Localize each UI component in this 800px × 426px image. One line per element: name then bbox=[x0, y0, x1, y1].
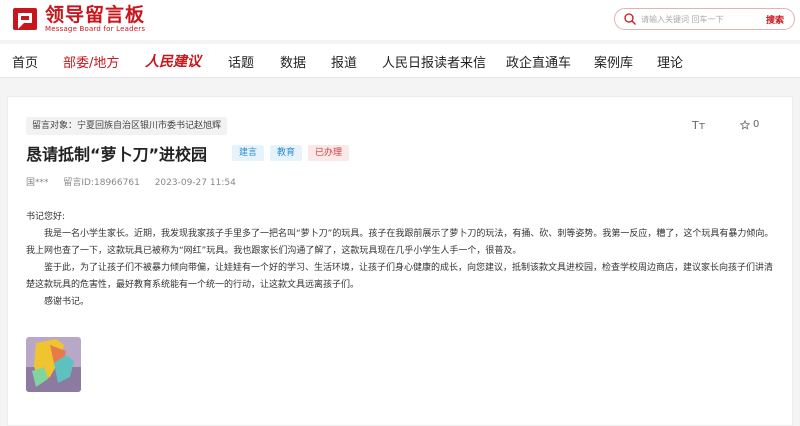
paragraph-2: 鉴于此，为了让孩子们不被暴力倾向带偏，让娃娃有一个好的学习、生活环境，让孩子们身… bbox=[26, 263, 774, 290]
nav-item-ministries-local[interactable]: 部委/地方 bbox=[63, 52, 119, 71]
author: 国*** bbox=[26, 178, 49, 188]
closing: 感谢书记。 bbox=[44, 297, 90, 307]
site-header: 领导留言板 Message Board for Leaders 搜索 bbox=[0, 0, 800, 40]
search-icon bbox=[624, 13, 636, 25]
nav-item-topics[interactable]: 话题 bbox=[228, 52, 254, 71]
message-title: 恳请抵制“萝卜刀”进校园 bbox=[26, 145, 208, 164]
nav-item-enterprise-express[interactable]: 政企直通车 bbox=[506, 52, 571, 71]
tag-education: 教育 bbox=[270, 145, 303, 161]
font-size-button[interactable]: Tт bbox=[692, 119, 705, 132]
site-logo[interactable]: 领导留言板 Message Board for Leaders bbox=[12, 5, 145, 34]
message-tags: 建言 教育 已办理 bbox=[232, 145, 355, 161]
favorite-button[interactable]: 0 bbox=[740, 119, 759, 130]
message-meta: 国*** 留言ID:18966761 2023-09-27 11:54 bbox=[26, 175, 248, 188]
search-button[interactable]: 搜索 bbox=[766, 13, 784, 26]
greeting: 书记您好: bbox=[26, 212, 66, 222]
nav-item-data[interactable]: 数据 bbox=[280, 52, 306, 71]
nav-item-theory[interactable]: 理论 bbox=[657, 52, 683, 71]
message-id: 留言ID:18966761 bbox=[63, 178, 140, 188]
nav-item-people-suggestions[interactable]: 人民建议 bbox=[145, 51, 201, 71]
main-nav: 首页 部委/地方 人民建议 话题 数据 报道 人民日报读者来信 政企直通车 案例… bbox=[0, 44, 800, 78]
message-target: 留言对象：宁夏回族自治区银川市委书记赵旭辉 bbox=[26, 117, 228, 135]
tag-suggestion: 建言 bbox=[232, 145, 265, 161]
message-body: 书记您好: 我是一名小学生家长。近期，我发现我家孩子手里多了一把名叫“萝卜刀”的… bbox=[26, 209, 778, 311]
tag-status-handled: 已办理 bbox=[308, 145, 350, 161]
search-input[interactable] bbox=[641, 14, 751, 24]
search-box: 搜索 bbox=[614, 8, 795, 30]
message-datetime: 2023-09-27 11:54 bbox=[154, 178, 236, 188]
brand-name-en: Message Board for Leaders bbox=[45, 25, 146, 33]
message-card: 留言对象：宁夏回族自治区银川市委书记赵旭辉 Tт 0 恳请抵制“萝卜刀”进校园 … bbox=[7, 96, 793, 426]
favorite-count: 0 bbox=[753, 119, 760, 130]
paragraph-1: 我是一名小学生家长。近期，我发现我家孩子手里多了一把名叫“萝卜刀”的玩具。孩子在… bbox=[26, 229, 774, 256]
nav-item-case-library[interactable]: 案例库 bbox=[594, 52, 633, 71]
nav-item-home[interactable]: 首页 bbox=[12, 52, 38, 71]
star-icon bbox=[740, 119, 750, 130]
nav-item-reports[interactable]: 报道 bbox=[331, 52, 357, 71]
attachment-thumbnail[interactable] bbox=[26, 337, 81, 392]
logo-mark-icon bbox=[12, 6, 40, 34]
brand-name-cn: 领导留言板 bbox=[45, 4, 146, 26]
nav-item-readers-letters[interactable]: 人民日报读者来信 bbox=[382, 52, 486, 71]
